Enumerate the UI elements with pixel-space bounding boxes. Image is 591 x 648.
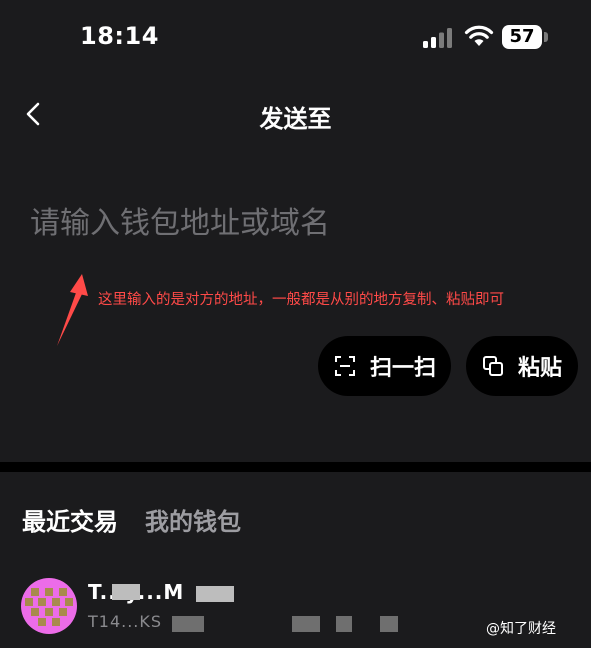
avatar (21, 578, 77, 634)
pixelated-redaction (112, 584, 140, 600)
wifi-icon (464, 25, 494, 46)
battery-icon: 57 (502, 25, 542, 49)
transaction-address: T14...KS (88, 612, 163, 631)
page-title: 发送至 (259, 105, 332, 133)
watermark: @知了财经 (486, 621, 556, 637)
pixelated-redaction (196, 586, 234, 602)
address-input[interactable] (30, 200, 550, 246)
pixelated-redaction (292, 616, 320, 632)
nav-bar: 发送至 (0, 86, 591, 142)
tab-recent-transactions[interactable]: 最近交易 (22, 502, 118, 537)
paste-label: 粘贴 (518, 356, 563, 381)
scan-button[interactable]: 扫一扫 (318, 336, 451, 396)
annotation-note: 这里输入的是对方的地址，一般都是从别的地方复制、粘贴即可 (98, 292, 504, 308)
tab-my-wallets[interactable]: 我的钱包 (145, 502, 241, 537)
copy-icon (483, 356, 503, 376)
pixelated-redaction (172, 616, 204, 632)
annotation-arrow-icon (57, 274, 88, 346)
section-divider (0, 462, 591, 472)
scan-label: 扫一扫 (370, 356, 437, 381)
cellular-signal-icon (423, 28, 452, 48)
battery-tip (544, 32, 548, 42)
pixelated-redaction (380, 616, 398, 632)
battery-level: 57 (509, 26, 535, 47)
paste-button[interactable]: 粘贴 (466, 336, 578, 396)
status-bar: 18:14 57 (0, 0, 591, 76)
pixelated-redaction (336, 616, 352, 632)
scan-icon (335, 356, 355, 376)
status-time: 18:14 (80, 22, 159, 50)
